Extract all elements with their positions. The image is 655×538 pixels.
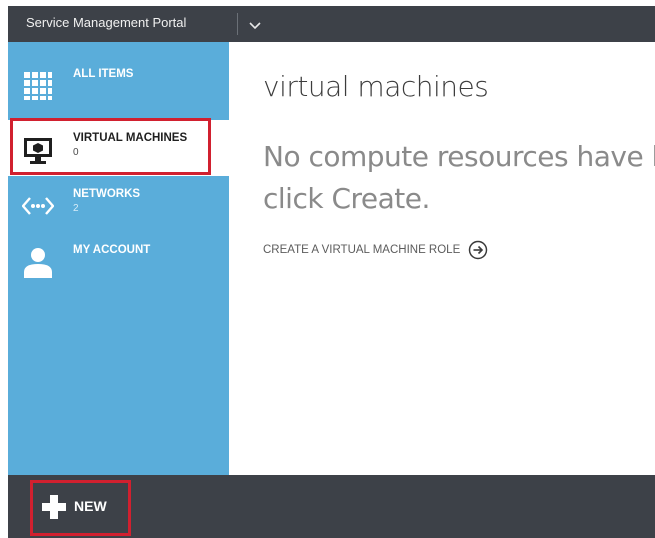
top-bar: Service Management Portal: [8, 6, 655, 42]
grid-icon: [22, 70, 54, 102]
main-content: virtual machines No compute resources ha…: [229, 42, 655, 475]
plus-icon: [42, 495, 66, 519]
create-link-label: CREATE A VIRTUAL MACHINE ROLE: [263, 244, 461, 256]
page-title: virtual machines: [263, 70, 489, 103]
sidebar-item-my-account[interactable]: MY ACCOUNT: [8, 232, 229, 288]
user-icon: [22, 246, 54, 278]
sidebar-item-virtual-machines[interactable]: VIRTUAL MACHINES 0: [8, 120, 229, 176]
sidebar: ALL ITEMS VIRTUAL MACHINES 0 NETWORKS 2 …: [8, 42, 229, 475]
arrow-circle-right-icon: [469, 240, 488, 260]
chevron-down-icon[interactable]: [244, 14, 266, 36]
empty-message-line: No compute resources have b: [263, 140, 655, 173]
sidebar-item-label: VIRTUAL MACHINES: [73, 132, 188, 144]
app-title[interactable]: Service Management Portal: [26, 15, 186, 30]
new-button-label: NEW: [74, 498, 107, 514]
sidebar-item-label: MY ACCOUNT: [73, 244, 151, 256]
sidebar-item-count: 2: [73, 203, 79, 214]
sidebar-item-label: ALL ITEMS: [73, 68, 134, 80]
sidebar-item-networks[interactable]: NETWORKS 2: [8, 176, 229, 232]
new-button[interactable]: NEW: [33, 483, 131, 529]
title-divider: [237, 13, 238, 35]
bottom-command-bar: NEW: [8, 475, 655, 538]
network-icon: [21, 190, 55, 222]
sidebar-item-label: NETWORKS: [73, 188, 141, 200]
monitor-icon: [22, 134, 54, 166]
empty-state-message: No compute resources have b click Create…: [263, 136, 655, 220]
sidebar-item-all-items[interactable]: ALL ITEMS: [8, 56, 229, 112]
sidebar-item-count: 0: [73, 147, 79, 158]
create-vm-role-link[interactable]: CREATE A VIRTUAL MACHINE ROLE: [263, 240, 488, 260]
empty-message-line: click Create.: [263, 182, 430, 215]
